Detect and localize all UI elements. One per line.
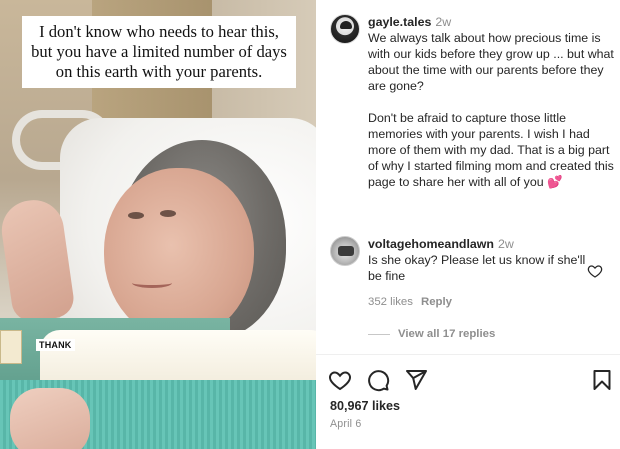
face — [104, 168, 254, 340]
commenter-username[interactable]: voltagehomeandlawn — [368, 237, 494, 251]
lower-hand — [10, 388, 90, 449]
caption-paragraph-1: We always talk about how precious time i… — [368, 31, 614, 93]
commenter-avatar[interactable] — [330, 236, 360, 266]
small-heart-icon[interactable] — [587, 263, 603, 279]
view-replies-label: View all 17 replies — [398, 328, 496, 340]
sticker-label: THANK — [36, 339, 75, 351]
actions-divider — [316, 354, 620, 355]
reply-button[interactable]: Reply — [421, 296, 452, 308]
post-likes-count[interactable]: 80,967 likes — [330, 399, 400, 413]
comment: voltagehomeandlawn 2w Is she okay? Please… — [368, 236, 588, 284]
mouth — [132, 278, 172, 288]
bookmark-icon[interactable] — [590, 368, 614, 392]
left-eye — [128, 212, 144, 219]
replies-line — [368, 333, 390, 335]
post-caption: gayle.tales 2w We always talk about how p… — [368, 14, 614, 190]
comment-text: Is she okay? Please let us know if she'l… — [368, 253, 586, 283]
comment-time: 2w — [498, 237, 514, 251]
post-media[interactable]: THANK I don't know who needs to hear thi… — [0, 0, 316, 449]
comment-likes[interactable]: 352 likes — [368, 296, 413, 308]
view-replies-button[interactable]: View all 17 replies — [368, 328, 495, 340]
post-time: 2w — [435, 15, 452, 29]
author-username[interactable]: gayle.tales — [368, 15, 431, 29]
wristband — [0, 330, 22, 364]
caption-paragraph-2: Don't be afraid to capture those little … — [368, 110, 614, 190]
comment-icon[interactable] — [366, 368, 390, 392]
comment-meta: 352 likes Reply — [368, 296, 452, 308]
hearts-emoji: 💕 — [547, 175, 563, 189]
caption-paragraph-2-text: Don't be afraid to capture those little … — [368, 111, 614, 189]
share-icon[interactable] — [404, 368, 428, 392]
heart-icon[interactable] — [328, 368, 352, 392]
post-side-panel: gayle.tales 2w We always talk about how p… — [316, 0, 620, 449]
right-eye — [160, 210, 176, 217]
media-caption: I don't know who needs to hear this, but… — [22, 16, 296, 88]
author-avatar[interactable] — [330, 14, 360, 44]
post-date: April 6 — [330, 418, 362, 430]
